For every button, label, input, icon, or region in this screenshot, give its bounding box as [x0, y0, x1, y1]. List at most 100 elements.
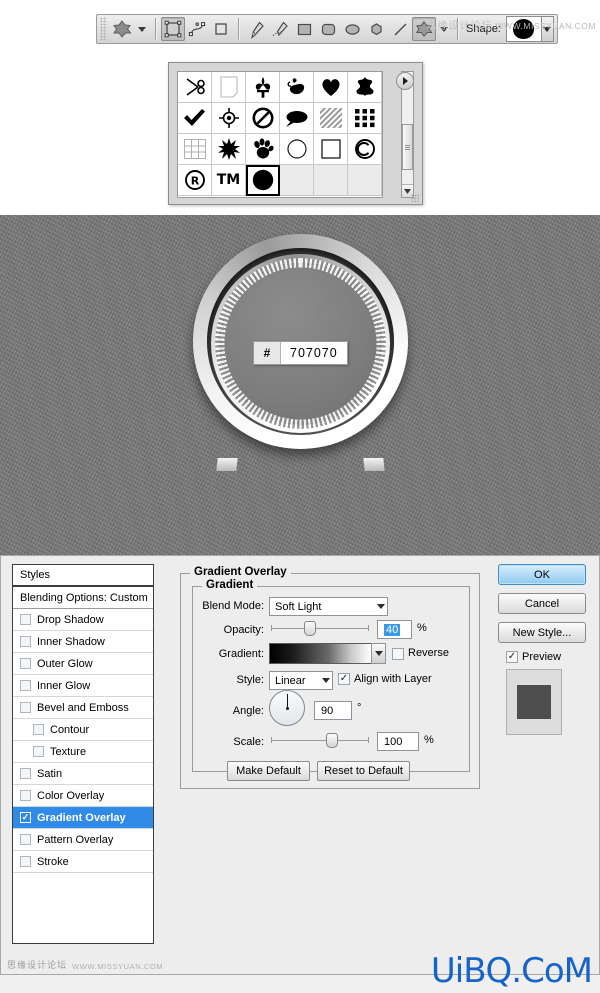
shape-cell-grid[interactable]	[178, 134, 212, 165]
shape-cell-copyright[interactable]	[348, 134, 382, 165]
shape-cell-starburst[interactable]	[212, 134, 246, 165]
scale-slider-thumb[interactable]	[326, 733, 338, 748]
blending-options-row[interactable]: Blending Options: Custom	[13, 587, 153, 609]
shape-cell-splat[interactable]	[348, 72, 382, 103]
checkbox-pattern-overlay[interactable]	[20, 834, 31, 845]
circle-outline-shape-icon	[286, 139, 307, 159]
checkbox-stroke[interactable]	[20, 856, 31, 867]
checkbox-drop-shadow[interactable]	[20, 614, 31, 625]
paths-button[interactable]	[185, 17, 209, 41]
reset-to-default-button[interactable]: Reset to Default	[317, 761, 410, 781]
hex-color-field[interactable]: # 707070	[253, 341, 348, 365]
checkbox-outer-glow[interactable]	[20, 658, 31, 669]
freeform-pen-tool-button[interactable]	[268, 17, 292, 41]
style-row-satin[interactable]: Satin	[13, 763, 153, 785]
options-bar-section: Shape: 思缘设计论坛 WWW.MISSYUAN.COM	[0, 0, 600, 55]
line-tool-button[interactable]	[388, 17, 412, 41]
make-default-button[interactable]: Make Default	[227, 761, 310, 781]
shape-cell-scissors[interactable]	[178, 72, 212, 103]
style-row-contour[interactable]: Contour	[13, 719, 153, 741]
fill-pixels-button[interactable]	[209, 17, 233, 41]
shape-cell-fleur-de-lis[interactable]	[246, 72, 280, 103]
checkbox-satin[interactable]	[20, 768, 31, 779]
styles-list[interactable]: Styles Blending Options: Custom Drop Sha…	[12, 564, 154, 944]
checkbox-texture[interactable]	[33, 746, 44, 757]
picker-resize-grip[interactable]	[411, 194, 419, 202]
style-row-texture[interactable]: Texture	[13, 741, 153, 763]
preview-row[interactable]: ✓ Preview	[506, 651, 592, 663]
new-style-button[interactable]: New Style...	[498, 622, 586, 643]
polygon-tool-button[interactable]	[364, 17, 388, 41]
checkbox-bevel-and-emboss[interactable]	[20, 702, 31, 713]
shape-cell-check-mark[interactable]	[178, 103, 212, 134]
watermark-bottom-cn: 思缘设计论坛	[7, 960, 68, 970]
preview-checkbox[interactable]: ✓	[506, 651, 518, 663]
gradient-picker-chevron-down-icon[interactable]	[371, 643, 386, 664]
gradient-style-chevron-down-icon[interactable]	[319, 672, 332, 689]
tool-preset-chevron-down-icon[interactable]	[138, 26, 146, 32]
shape-cell-filled-circle[interactable]	[246, 165, 280, 196]
shape-cell-trademark[interactable]: TM	[212, 165, 246, 196]
scale-input[interactable]: 100	[377, 732, 419, 751]
style-row-inner-glow[interactable]: Inner Glow	[13, 675, 153, 697]
checkbox-inner-glow[interactable]	[20, 680, 31, 691]
gradient-preview-swatch[interactable]	[269, 643, 372, 664]
style-label: Drop Shadow	[37, 613, 104, 626]
blend-mode-chevron-down-icon[interactable]	[374, 598, 387, 615]
tool-preset-picker[interactable]	[110, 17, 134, 41]
opacity-slider[interactable]	[271, 621, 369, 636]
shape-cell-target-registration[interactable]	[212, 103, 246, 134]
starburst-shape-icon	[217, 138, 240, 160]
shape-cell-speech-bubble[interactable]	[280, 103, 314, 134]
shape-cell-paw-print[interactable]	[246, 134, 280, 165]
options-bar-grip[interactable]	[100, 17, 107, 41]
checkbox-color-overlay[interactable]	[20, 790, 31, 801]
shape-cell-dot-grid[interactable]	[348, 103, 382, 134]
rounded-rectangle-tool-button[interactable]	[316, 17, 340, 41]
ok-button[interactable]: OK	[498, 564, 586, 585]
style-label: Color Overlay	[37, 789, 105, 802]
shape-cell-square-outline[interactable]	[314, 134, 348, 165]
opacity-input[interactable]: 40	[377, 620, 412, 639]
shape-cell-registered[interactable]: R	[178, 165, 212, 196]
style-row-outer-glow[interactable]: Outer Glow	[13, 653, 153, 675]
shape-cell-diagonal-hatch[interactable]	[314, 103, 348, 134]
picker-menu-icon[interactable]	[396, 72, 414, 90]
style-row-pattern-overlay[interactable]: Pattern Overlay	[13, 829, 153, 851]
style-row-color-overlay[interactable]: Color Overlay	[13, 785, 153, 807]
shape-layers-button[interactable]	[161, 17, 185, 41]
style-row-inner-shadow[interactable]: Inner Shadow	[13, 631, 153, 653]
style-row-gradient-overlay[interactable]: ✓ Gradient Overlay	[13, 807, 153, 829]
scale-slider[interactable]	[271, 733, 369, 748]
shape-cell-paper-sheet[interactable]	[212, 72, 246, 103]
hex-value[interactable]: 707070	[281, 342, 347, 364]
align-with-layer-checkbox[interactable]: ✓	[338, 673, 350, 685]
fleur-de-lis-shape-icon	[255, 76, 270, 98]
gradient-style-select[interactable]: Linear	[269, 671, 333, 690]
rectangle-tool-button[interactable]	[292, 17, 316, 41]
angle-dial[interactable]	[269, 690, 305, 726]
shape-cell-heart[interactable]	[314, 72, 348, 103]
checkbox-inner-shadow[interactable]	[20, 636, 31, 647]
style-row-bevel-and-emboss[interactable]: Bevel and Emboss	[13, 697, 153, 719]
scrollbar-thumb[interactable]	[402, 124, 413, 170]
shape-cell-no-entry[interactable]	[246, 103, 280, 134]
shape-cell-circle-outline[interactable]	[280, 134, 314, 165]
grid-shape-icon	[183, 139, 206, 159]
style-row-drop-shadow[interactable]: Drop Shadow	[13, 609, 153, 631]
align-with-layer-label: Align with Layer	[354, 673, 432, 685]
shape-cell-bird-ornament[interactable]	[280, 72, 314, 103]
reverse-checkbox[interactable]	[392, 648, 404, 660]
angle-input[interactable]: 90	[314, 701, 352, 720]
dial-knob-graphic: # 707070	[193, 234, 408, 489]
cancel-button[interactable]: Cancel	[498, 593, 586, 614]
checkbox-contour[interactable]	[33, 724, 44, 735]
style-row-stroke[interactable]: Stroke	[13, 851, 153, 873]
ellipse-tool-button[interactable]	[340, 17, 364, 41]
blend-mode-select[interactable]: Soft Light	[269, 597, 388, 616]
style-label: Gradient Overlay	[37, 811, 126, 824]
checkbox-gradient-overlay[interactable]: ✓	[20, 812, 31, 823]
shape-picker-scrollbar[interactable]	[401, 71, 414, 198]
opacity-slider-thumb[interactable]	[304, 621, 316, 636]
pen-tool-button[interactable]	[244, 17, 268, 41]
